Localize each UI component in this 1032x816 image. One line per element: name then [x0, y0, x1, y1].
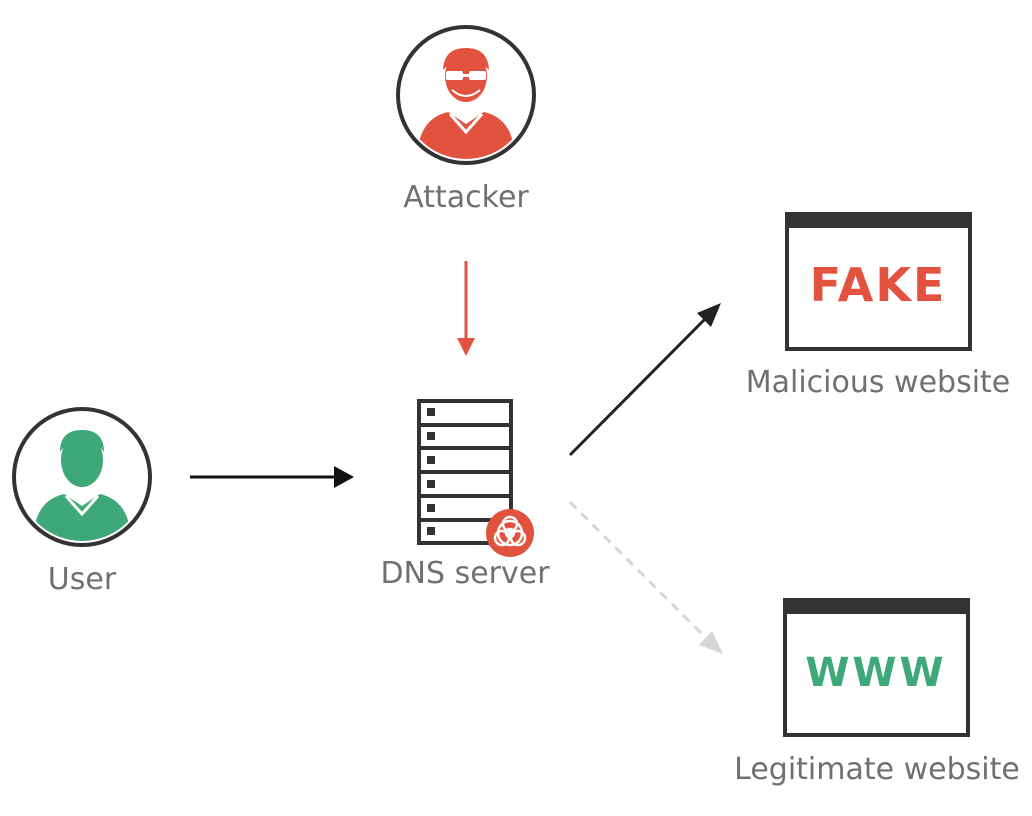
- malicious-website-label: Malicious website: [745, 365, 1011, 400]
- attacker-icon: [396, 25, 536, 165]
- legitimate-website-label: Legitimate website: [734, 752, 1020, 787]
- edge-user-to-dns: [190, 466, 354, 488]
- user-icon: [12, 407, 152, 547]
- edge-attacker-to-dns: [457, 261, 475, 356]
- dns-server-label: DNS server: [380, 556, 550, 591]
- dns-spoofing-diagram: FAKE WWW: [12, 25, 972, 737]
- fake-text: FAKE: [810, 258, 947, 312]
- edge-dns-to-legitimate: [568, 500, 723, 654]
- user-label: User: [47, 562, 117, 597]
- legitimate-website-window: WWW: [783, 598, 970, 737]
- www-text: WWW: [805, 650, 946, 696]
- biohazard-icon: [486, 509, 534, 557]
- malicious-website-window: FAKE: [785, 212, 972, 351]
- edge-dns-to-malicious: [568, 303, 721, 457]
- attacker-label: Attacker: [403, 180, 529, 215]
